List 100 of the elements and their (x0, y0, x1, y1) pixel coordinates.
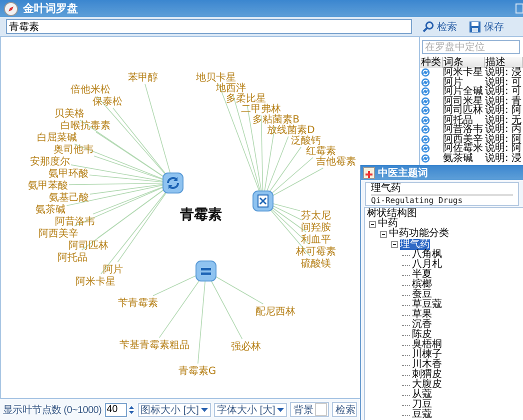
term-cell: 阿司匹林 (443, 105, 483, 116)
description-cell: 说明: 可 (485, 86, 522, 97)
tree-item[interactable]: 刀豆 (412, 400, 432, 410)
description-cell: 说明: 青 (485, 96, 522, 106)
search-terms-button[interactable]: 检索 (332, 402, 358, 417)
node-label[interactable]: 间羟胺 (301, 222, 331, 234)
node-label[interactable]: 白喉抗毒素 (60, 120, 110, 132)
collapse-icon[interactable] (369, 220, 376, 228)
node-label[interactable]: 保泰松 (92, 96, 122, 108)
column-header[interactable]: 词条 (442, 57, 484, 68)
description-cell: 说明: 阿 (485, 105, 522, 116)
node-label[interactable]: 倍他米松 (70, 84, 111, 96)
node-label[interactable]: 阿米卡星 (75, 276, 116, 288)
node-label[interactable]: 吉他霉素 (316, 156, 356, 168)
node-label[interactable]: 氨基己酸 (48, 192, 89, 204)
node-label[interactable]: 多柔比星 (226, 94, 266, 104)
term-cell: 阿片全碱 (443, 86, 483, 97)
search-button[interactable]: 检索 (420, 20, 459, 34)
node-label[interactable]: 地贝卡星 (196, 72, 236, 84)
node-label[interactable]: 阿片 (102, 264, 123, 276)
search-icon (422, 20, 434, 32)
save-button[interactable]: 保存 (467, 20, 506, 34)
equals-icon[interactable] (196, 260, 216, 282)
collapse-icon[interactable] (380, 230, 387, 238)
node-label[interactable]: 多粘菌素B (252, 114, 300, 126)
tree-item[interactable]: 槟榔 (412, 280, 432, 290)
node-label[interactable]: 苯甲醇 (128, 72, 158, 84)
tree-item[interactable]: 草豆蔻 (412, 300, 442, 310)
tree-item[interactable]: 川木香 (412, 360, 442, 370)
tree-item[interactable]: 蚕豆 (412, 290, 432, 300)
node-label[interactable]: 配尼西林 (255, 306, 296, 318)
tree-item[interactable]: 大腹皮 (412, 380, 442, 390)
node-label[interactable]: 地西泮 (216, 83, 246, 94)
description-cell: 说明: 丙 (485, 124, 522, 135)
node-label[interactable]: 泛酸钙 (291, 136, 321, 146)
tree-item[interactable]: 陈皮 (412, 330, 432, 340)
term-cell: 阿佐霉米 (443, 143, 483, 154)
node-label[interactable]: 贝美格 (54, 108, 84, 120)
term-cell: 阿昔洛韦 (443, 124, 483, 135)
search-field[interactable]: 青霉素 (6, 19, 412, 34)
node-label[interactable]: 阿昔洛韦 (55, 216, 96, 228)
tree-item[interactable]: 草果 (412, 310, 432, 320)
center-term: 青霉素 (180, 207, 222, 223)
description-cell: 说明: 可 (485, 76, 522, 88)
refresh-icon[interactable] (162, 172, 184, 194)
collapse-icon[interactable] (391, 241, 398, 248)
node-label[interactable]: 利血平 (301, 234, 331, 246)
node-label[interactable]: 放线菌素D (267, 125, 315, 136)
icon-size-dropdown[interactable]: 图标大小 [大] (138, 402, 211, 416)
node-label[interactable]: 苄青霉素 (118, 298, 158, 310)
tree-item[interactable]: 刺猬皮 (412, 370, 442, 380)
term-value: 理气药 (371, 183, 513, 196)
description-cell: 说明: 无 (485, 114, 522, 126)
term-cell: 氨茶碱 (443, 152, 473, 164)
maximize-icon[interactable] (515, 3, 523, 14)
node-label[interactable]: 阿西美辛 (38, 228, 78, 240)
node-label[interactable]: 青霉素G (178, 366, 216, 378)
leaf-count-field[interactable]: 40 (104, 402, 127, 416)
document-icon[interactable] (252, 190, 274, 212)
window-icon (363, 166, 375, 178)
node-label[interactable]: 林可霉素 (296, 246, 336, 258)
term-cell: 阿米卡星 (443, 67, 483, 78)
tree-item[interactable]: 八月札 (412, 260, 442, 270)
font-size-dropdown[interactable]: 字体大小 [大] (214, 402, 288, 416)
tree-item[interactable]: 八角枫 (412, 250, 442, 260)
tree-item[interactable]: 理气药 (400, 239, 430, 250)
popup-title: 中医主题词 (378, 166, 428, 180)
color-swatch[interactable] (315, 403, 328, 416)
node-label[interactable]: 阿托品 (57, 252, 88, 264)
tree-item[interactable]: 沉香 (412, 320, 432, 330)
node-label[interactable]: 白屈菜碱 (36, 132, 77, 144)
node-label[interactable]: 硫酸镁 (301, 258, 331, 270)
tree-item[interactable]: 豆蔻 (412, 410, 432, 420)
column-header[interactable]: 描述 (484, 57, 522, 68)
locate-field[interactable]: 在罗盘中定位 (422, 40, 520, 54)
node-label[interactable]: 奥司他韦 (54, 144, 94, 156)
caret-icon (200, 408, 208, 412)
background-button[interactable]: 背景 (290, 402, 330, 417)
spin-arrows-icon[interactable] (128, 404, 135, 416)
tree-item[interactable]: 川楝子 (412, 350, 442, 360)
description-cell: 说明: 浸 (485, 67, 522, 78)
node-label[interactable]: 二甲弗林 (241, 104, 281, 115)
tree-item[interactable]: 半夏 (412, 270, 432, 280)
term-cell: 阿托品 (443, 114, 473, 126)
tree-item[interactable]: 中药功能分类 (389, 229, 449, 239)
node-label[interactable]: 阿司匹林 (68, 240, 108, 252)
tree-item[interactable]: 从蔻 (412, 390, 432, 400)
node-label[interactable]: 芬太尼 (301, 210, 331, 222)
node-label[interactable]: 安那度尔 (30, 156, 70, 168)
node-label[interactable]: 氨甲环酸 (48, 168, 88, 180)
node-label[interactable]: 氨茶碱 (36, 204, 66, 216)
tree-item[interactable]: 臭梧桐 (412, 340, 442, 350)
node-label[interactable]: 强必林 (230, 342, 261, 353)
node-label[interactable]: 苄基青霉素粗品 (119, 340, 190, 352)
leaf-count-label: 显示叶节点数 (0~1000) (3, 404, 102, 416)
node-label[interactable]: 红霉素 (306, 146, 336, 157)
tree-item[interactable]: 中药 (378, 219, 398, 229)
term-cell: 阿西美辛 (443, 134, 483, 144)
node-label[interactable]: 氨甲苯酸 (28, 180, 68, 192)
column-header[interactable]: 种类 (420, 57, 442, 68)
